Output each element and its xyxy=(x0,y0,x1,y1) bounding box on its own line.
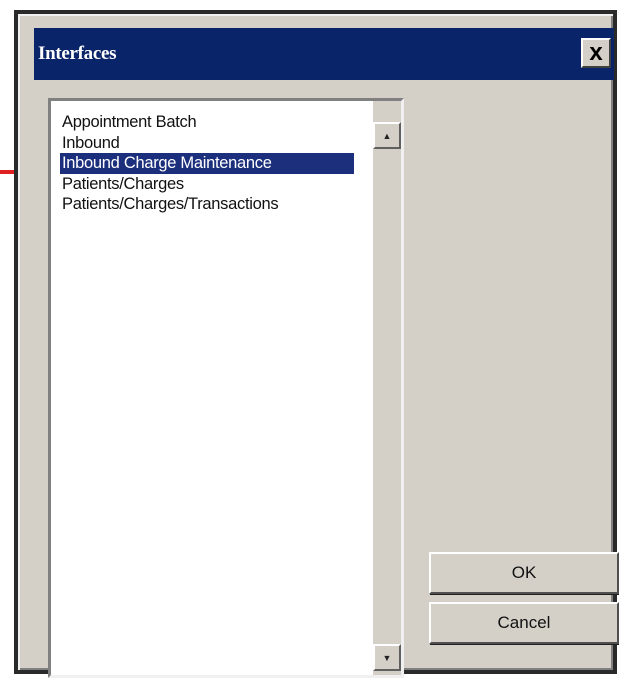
ok-button[interactable]: OK xyxy=(429,552,619,594)
listbox-scrollbar[interactable]: ▲ ▼ xyxy=(373,101,401,675)
close-icon: x xyxy=(589,39,603,66)
scroll-down-button[interactable]: ▼ xyxy=(373,644,401,671)
list-item-inbound[interactable]: Inbound xyxy=(60,133,360,154)
list-item-patients-charges-transactions[interactable]: Patients/Charges/Transactions xyxy=(60,194,360,215)
dialog-title: Interfaces xyxy=(38,43,117,64)
close-button[interactable]: x xyxy=(581,38,611,68)
listbox-items: Appointment Batch Inbound Inbound Charge… xyxy=(60,112,360,215)
list-item-patients-charges[interactable]: Patients/Charges xyxy=(60,174,360,195)
interfaces-listbox[interactable]: Appointment Batch Inbound Inbound Charge… xyxy=(48,98,404,678)
scroll-up-arrow-icon: ▲ xyxy=(382,130,392,141)
scroll-down-arrow-icon: ▼ xyxy=(382,652,392,663)
scroll-up-button[interactable]: ▲ xyxy=(373,122,401,149)
cancel-button[interactable]: Cancel xyxy=(429,602,619,644)
list-item-appointment-batch[interactable]: Appointment Batch xyxy=(60,112,360,133)
list-item-inbound-charge-maintenance[interactable]: Inbound Charge Maintenance xyxy=(60,153,354,174)
title-bar: Interfaces x xyxy=(34,28,614,80)
interfaces-dialog: Interfaces x Appointment Batch Inbound I… xyxy=(14,10,619,678)
